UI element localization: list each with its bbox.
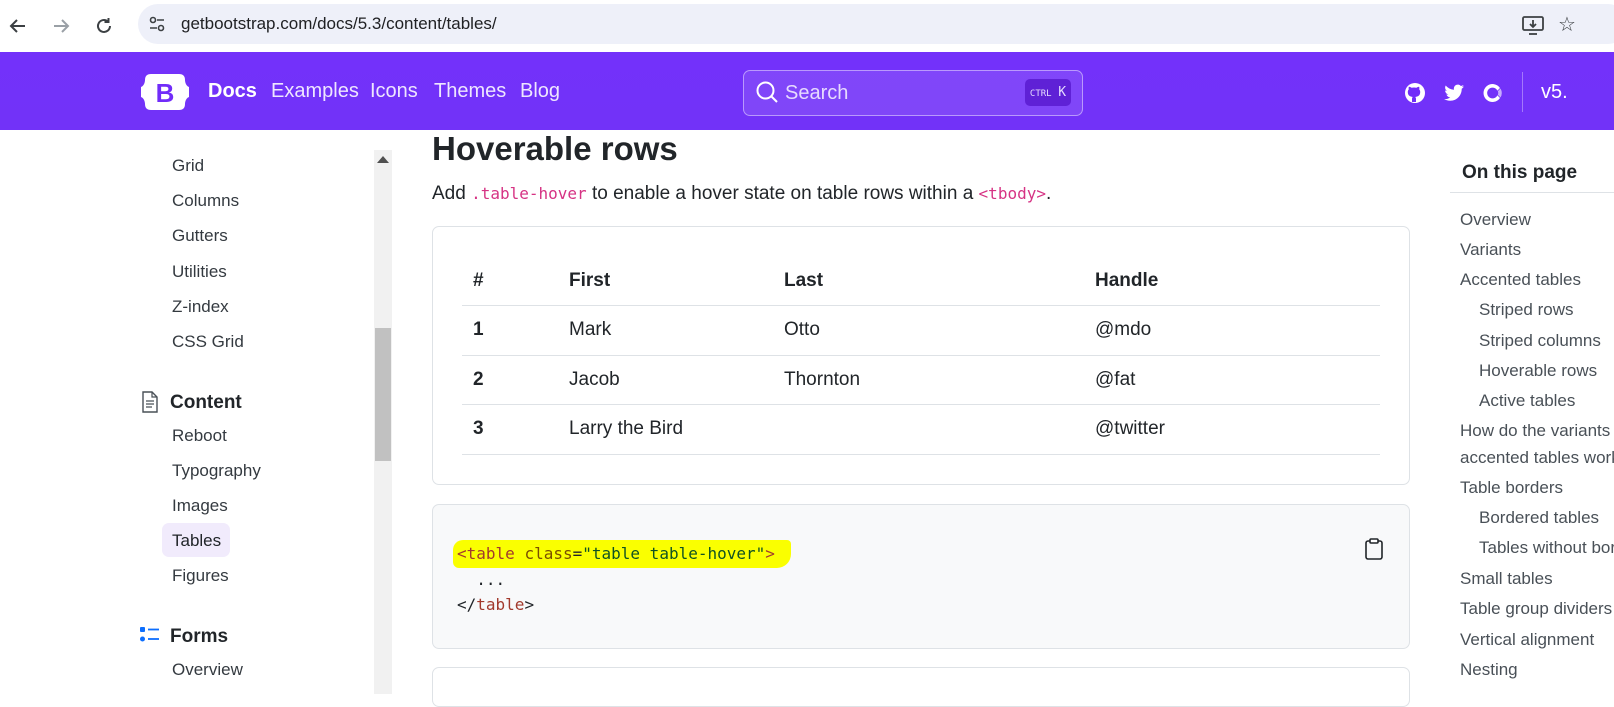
toc-item[interactable]: Striped rows [1479,300,1573,320]
table-row[interactable]: 1 Mark Otto @mdo [462,305,1380,356]
toc-item[interactable]: Bordered tables [1479,508,1599,528]
sidebar-item-forms-overview[interactable]: Overview [172,660,243,680]
nav-examples[interactable]: Examples [271,80,359,103]
table-cell: Jacob [558,355,773,405]
toc-item[interactable]: Accented tables [1460,270,1581,290]
table-cell: 3 [462,404,558,455]
twitter-icon[interactable] [1442,81,1466,105]
site-info-icon[interactable] [143,10,171,38]
sidebar-item-typography[interactable]: Typography [172,461,261,481]
sidebar-item-reboot[interactable]: Reboot [172,426,227,446]
sidebar-heading-forms[interactable]: Forms [170,626,228,648]
opencollective-icon[interactable] [1481,81,1505,105]
toc-item[interactable]: Small tables [1460,569,1553,589]
sidebar-item-columns[interactable]: Columns [172,191,239,211]
search-icon [755,80,779,104]
hoverable-table: # First Last Handle 1 Mark Otto @mdo 2 J… [462,256,1380,455]
nav-blog[interactable]: Blog [520,80,560,103]
install-app-icon[interactable] [1520,12,1546,38]
toc-item[interactable]: Striped columns [1479,331,1601,351]
toc-item[interactable]: Variants [1460,240,1521,260]
sidebar-scroll-thumb[interactable] [375,328,391,461]
back-arrow-icon[interactable] [4,12,32,40]
section-title: Hoverable rows [432,130,678,167]
clipboard-icon[interactable] [1363,537,1385,561]
code-line-3: </table> [457,595,535,614]
sidebar-item-utilities[interactable]: Utilities [172,262,227,282]
code-snippet [432,504,1410,649]
code-line-2: ... [457,570,506,589]
table-cell: 1 [462,305,558,356]
toc-title: On this page [1462,162,1578,183]
table-header: First [558,256,773,306]
forms-icon [140,626,160,649]
url-text[interactable]: getbootstrap.com/docs/5.3/content/tables… [181,14,497,34]
search-shortcut-badge: CTRL K [1025,79,1071,106]
toc-item[interactable]: Table group dividers [1460,599,1612,619]
version-dropdown[interactable]: v5. [1541,81,1568,104]
table-row[interactable]: 2 Jacob Thornton @fat [462,355,1380,405]
table-cell: Mark [558,305,773,356]
table-cell: @fat [1084,355,1380,405]
document-icon [141,391,159,418]
navbar-divider [1522,72,1523,112]
table-cell: Larry the Bird [558,404,773,455]
nav-themes[interactable]: Themes [434,80,506,103]
bootstrap-logo-icon[interactable]: B [141,72,189,112]
toc-item[interactable]: Tables without borders [1479,538,1614,558]
reload-icon[interactable] [90,12,118,40]
table-row[interactable]: 3 Larry the Bird @twitter [462,404,1380,455]
sidebar-item-z-index[interactable]: Z-index [172,297,229,317]
table-header: Handle [1084,256,1380,306]
toc-item[interactable]: Active tables [1479,391,1575,411]
table-cell: 2 [462,355,558,405]
table-header: Last [773,256,1084,306]
search-placeholder: Search [785,82,849,104]
section-description: Add .table-hover to enable a hover state… [432,183,1052,204]
toc-item[interactable]: accented tables work? [1460,448,1614,468]
sidebar-heading-content[interactable]: Content [170,392,242,414]
table-cell: @mdo [1084,305,1380,356]
toc-item[interactable]: Table borders [1460,478,1563,498]
scroll-up-arrow-icon[interactable] [377,156,389,163]
forward-arrow-icon[interactable] [47,12,75,40]
next-example-preview [432,667,1410,707]
nav-docs[interactable]: Docs [208,80,257,103]
table-cell: Otto [773,305,1084,356]
table-header: # [462,256,558,306]
svg-text:B: B [156,78,175,108]
code-line-1: <table class="table table-hover"> [457,544,775,563]
toc-item[interactable]: Overview [1460,210,1531,230]
toc-item[interactable]: How do the variants and [1460,421,1614,441]
table-cell [773,404,1084,455]
table-header-row: # First Last Handle [462,256,1380,306]
sidebar-item-images[interactable]: Images [172,496,228,516]
table-cell: @twitter [1084,404,1380,455]
sidebar-item-figures[interactable]: Figures [172,566,229,586]
bookmark-star-icon[interactable]: ☆ [1558,12,1584,38]
toc-item[interactable]: Hoverable rows [1479,361,1597,381]
toc-divider [1450,192,1614,193]
github-icon[interactable] [1403,81,1427,105]
nav-icons[interactable]: Icons [370,80,418,103]
sidebar-item-grid[interactable]: Grid [172,156,204,176]
toc-item[interactable]: Vertical alignment [1460,630,1594,650]
sidebar-item-gutters[interactable]: Gutters [172,226,228,246]
toc-item[interactable]: Nesting [1460,660,1518,680]
table-cell: Thornton [773,355,1084,405]
sidebar-item-css-grid[interactable]: CSS Grid [172,332,244,352]
sidebar-item-tables[interactable]: Tables [172,531,221,551]
